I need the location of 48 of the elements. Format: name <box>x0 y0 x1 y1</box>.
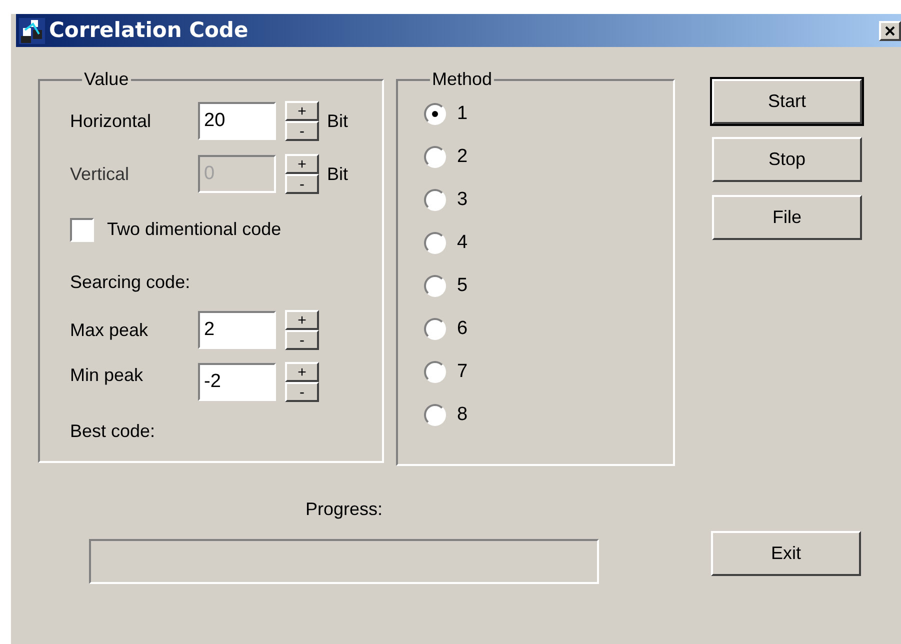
checkbox-label: Two dimentional code <box>107 218 282 241</box>
close-icon <box>884 24 896 36</box>
radio-label: 7 <box>457 360 468 384</box>
radio-button[interactable] <box>424 404 446 426</box>
spin-down-button[interactable]: - <box>285 121 319 141</box>
radio-button[interactable] <box>424 189 446 211</box>
spin-up-button[interactable]: + <box>285 101 319 121</box>
field-label: Vertical <box>70 162 130 186</box>
close-button[interactable] <box>879 20 901 40</box>
radio-button[interactable] <box>424 103 446 125</box>
radio-label: 5 <box>457 274 468 298</box>
radio-label: 1 <box>457 102 468 126</box>
spin-down-button[interactable]: - <box>285 174 319 194</box>
radio-button[interactable] <box>424 275 446 297</box>
number-field[interactable]: 2 <box>198 311 276 349</box>
dialog-button[interactable]: Stop <box>712 137 862 182</box>
radio-button[interactable] <box>424 232 446 254</box>
section-label: Best code: <box>70 420 156 443</box>
radio-label: 2 <box>457 144 468 169</box>
dialog-button[interactable]: Start <box>712 79 862 124</box>
radio-label: 6 <box>457 316 468 341</box>
field-label: Min peak <box>70 364 144 387</box>
group-title: Method <box>431 68 494 91</box>
number-field[interactable]: -2 <box>198 363 276 401</box>
app-icon <box>19 18 45 44</box>
spin-up-button[interactable]: + <box>285 310 319 330</box>
spin-up-button[interactable]: + <box>285 362 319 382</box>
section-label: Searcing code: <box>70 271 192 294</box>
radio-button[interactable] <box>424 318 446 340</box>
radio-button[interactable] <box>424 361 446 383</box>
spin-down-button[interactable]: - <box>285 330 319 350</box>
window-title: Correlation Code <box>49 16 250 44</box>
number-field[interactable]: 20 <box>198 102 276 140</box>
field-label: Horizontal <box>70 110 152 132</box>
radio-label: 4 <box>457 230 468 255</box>
spin-down-button[interactable]: - <box>285 382 319 402</box>
spin-up-button[interactable]: + <box>285 154 319 174</box>
unit-label: Bit <box>327 162 348 186</box>
dialog-button[interactable]: File <box>712 195 862 240</box>
checkbox[interactable] <box>70 218 94 242</box>
dialog-button[interactable]: Exit <box>711 531 861 576</box>
radio-button[interactable] <box>424 146 446 168</box>
progress-label: Progress: <box>305 498 383 521</box>
radio-label: 8 <box>457 402 468 427</box>
radio-label: 3 <box>457 188 468 212</box>
unit-label: Bit <box>327 110 348 132</box>
field-label: Max peak <box>70 318 150 342</box>
group-title: Value <box>83 68 130 91</box>
